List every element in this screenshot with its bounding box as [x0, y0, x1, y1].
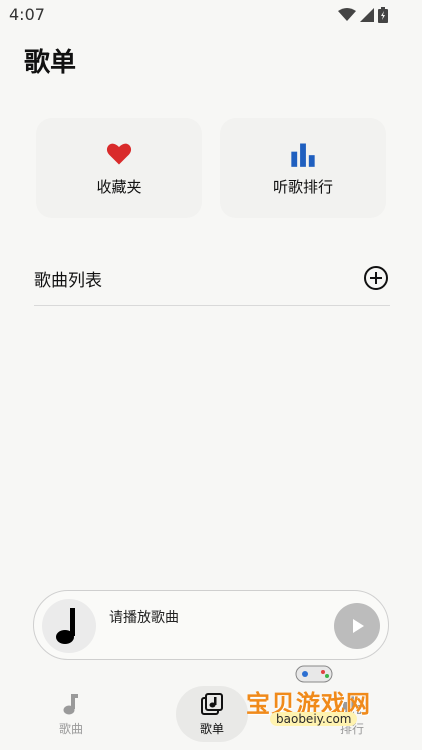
nav-item-songs[interactable]: 歌曲	[35, 686, 107, 742]
page-title: 歌单	[24, 48, 77, 78]
song-list-header: 歌曲列表	[34, 258, 390, 298]
status-icons	[338, 7, 388, 23]
add-playlist-button[interactable]	[362, 264, 390, 292]
mini-player[interactable]: 请播放歌曲	[33, 590, 389, 660]
playlist-icon	[201, 692, 223, 715]
bar-chart-icon	[291, 143, 315, 167]
listening-ranking-card[interactable]: 听歌排行	[220, 118, 386, 218]
signal-icon	[360, 8, 374, 22]
player-prompt: 请播放歌曲	[109, 610, 179, 626]
ranking-icon	[343, 695, 361, 714]
favorites-label: 收藏夹	[96, 177, 142, 196]
nav-item-ranking[interactable]: 排行	[316, 686, 388, 742]
nav-label-playlist: 歌单	[199, 721, 224, 736]
nav-label-songs: 歌曲	[58, 721, 83, 736]
heart-icon	[106, 143, 132, 164]
music-note-icon	[63, 693, 78, 714]
status-bar: 4:07	[0, 0, 422, 30]
music-note-icon	[56, 608, 75, 644]
play-button[interactable]	[334, 603, 380, 649]
nav-item-playlist[interactable]: 歌单	[176, 686, 248, 742]
album-art	[42, 599, 96, 653]
play-icon	[353, 619, 364, 633]
favorites-card[interactable]: 收藏夹	[36, 118, 202, 218]
status-time: 4:07	[9, 5, 45, 24]
nav-label-ranking: 排行	[339, 721, 364, 736]
battery-icon	[378, 7, 388, 23]
bottom-nav: 歌曲 歌单 排行	[0, 680, 422, 750]
wifi-icon	[338, 8, 356, 21]
ranking-label: 听歌排行	[272, 177, 333, 196]
song-list-title: 歌曲列表	[34, 270, 102, 291]
add-circle-icon	[364, 266, 388, 290]
list-divider	[34, 305, 390, 306]
